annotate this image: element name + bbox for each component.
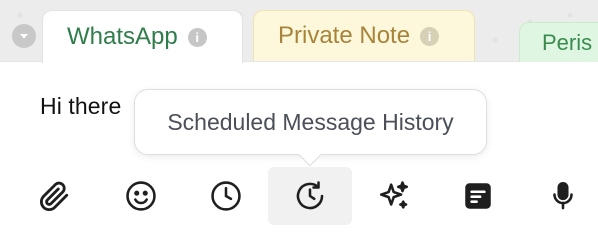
sparkles-icon bbox=[379, 181, 409, 209]
notes-button[interactable] bbox=[436, 167, 520, 225]
chevron-down-icon bbox=[20, 34, 28, 39]
message-input[interactable]: Hi there bbox=[40, 93, 121, 120]
voice-button[interactable] bbox=[521, 167, 598, 225]
tooltip-text: Scheduled Message History bbox=[167, 108, 454, 135]
note-icon bbox=[465, 183, 491, 209]
ai-assist-button[interactable] bbox=[352, 167, 436, 225]
tab-label: Peris bbox=[542, 29, 593, 55]
clock-history-icon bbox=[296, 181, 324, 210]
attach-button[interactable] bbox=[12, 167, 96, 225]
paperclip-icon bbox=[39, 181, 69, 212]
microphone-icon bbox=[553, 181, 573, 210]
schedule-button[interactable] bbox=[184, 167, 268, 225]
info-icon[interactable]: i bbox=[187, 27, 207, 47]
tab-label: WhatsApp bbox=[67, 23, 178, 50]
collapse-button[interactable] bbox=[12, 24, 36, 48]
tab-whatsapp[interactable]: WhatsApp i bbox=[42, 10, 243, 63]
tab-private-note[interactable]: Private Note i bbox=[253, 10, 475, 61]
tab-label: Private Note bbox=[278, 22, 411, 49]
clock-icon bbox=[211, 181, 241, 211]
emoji-icon bbox=[126, 181, 156, 211]
tab-persistent[interactable]: Peris bbox=[519, 22, 598, 62]
emoji-button[interactable] bbox=[99, 167, 183, 225]
info-icon[interactable]: i bbox=[420, 26, 440, 46]
scheduled-history-button[interactable] bbox=[268, 167, 352, 225]
